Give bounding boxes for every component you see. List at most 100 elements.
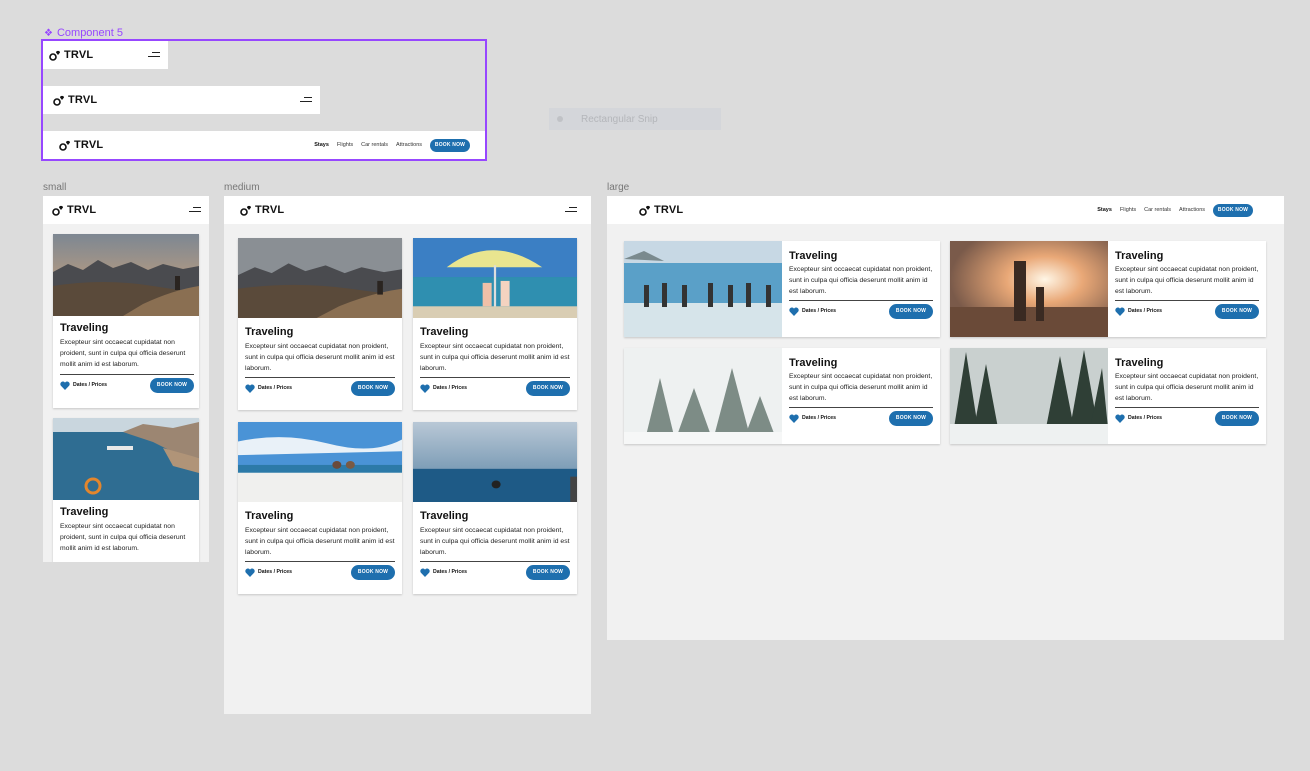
travel-card: Traveling Excepteur sint occaecat cupida… <box>238 422 402 594</box>
map-pin-heart-icon <box>49 50 61 61</box>
card-description: Excepteur sint occaecat cupidatat non pr… <box>789 266 933 295</box>
heart-icon <box>1115 414 1125 423</box>
book-now-button[interactable]: BOOK NOW <box>1215 410 1259 426</box>
map-pin-heart-icon <box>639 205 651 216</box>
nav-links: Stays Flights Car rentals Attractions BO… <box>1097 203 1253 217</box>
brand-logo[interactable]: TRVL <box>53 94 97 106</box>
dates-prices-label: Dates / Prices <box>802 415 837 422</box>
book-now-button[interactable]: BOOK NOW <box>526 564 570 580</box>
sea-cliffs-photo <box>53 418 199 500</box>
card-title: Traveling <box>420 326 469 338</box>
card-title: Traveling <box>1115 250 1164 262</box>
frame-medium: TRVL Traveling Excepteur sint occaecat c… <box>224 196 591 714</box>
rectangular-snip-overlay[interactable]: Rectangular Snip <box>549 108 721 130</box>
site-header: TRVL <box>224 196 591 224</box>
hamburger-menu-icon[interactable] <box>189 207 201 213</box>
brand-logo[interactable]: TRVL <box>49 49 93 61</box>
nav-link-attractions[interactable]: Attractions <box>1179 207 1205 213</box>
brand-logo[interactable]: TRVL <box>52 204 96 216</box>
component-label[interactable]: ❖ Component 5 <box>44 27 123 39</box>
heart-icon <box>245 384 255 393</box>
travel-card: Traveling Excepteur sint occaecat cupida… <box>238 238 402 410</box>
dates-prices-link[interactable]: Dates / Prices <box>420 568 467 577</box>
map-pin-heart-icon <box>53 95 65 106</box>
snip-icon <box>557 116 563 122</box>
card-footer: Dates / Prices BOOK NOW <box>245 376 395 396</box>
frame-label-small[interactable]: small <box>43 182 66 193</box>
dates-prices-link[interactable]: Dates / Prices <box>420 384 467 393</box>
heart-icon <box>420 384 430 393</box>
nav-link-stays[interactable]: Stays <box>314 142 329 148</box>
dates-prices-link[interactable]: Dates / Prices <box>789 414 836 423</box>
nav-link-car-rentals[interactable]: Car rentals <box>361 142 388 148</box>
heart-icon <box>1115 307 1125 316</box>
card-footer: Dates / Prices BOOK NOW <box>420 376 570 396</box>
dates-prices-label: Dates / Prices <box>258 569 293 576</box>
nav-link-flights[interactable]: Flights <box>1120 207 1136 213</box>
book-now-button[interactable]: BOOK NOW <box>351 564 395 580</box>
card-description: Excepteur sint occaecat cupidatat non pr… <box>245 343 395 372</box>
book-now-button[interactable]: BOOK NOW <box>889 303 933 319</box>
brand-name: TRVL <box>255 204 285 216</box>
travel-card: Traveling Excepteur sint occaecat cupida… <box>624 348 940 444</box>
nav-link-attractions[interactable]: Attractions <box>396 142 422 148</box>
map-pin-heart-icon <box>52 205 64 216</box>
dates-prices-link[interactable]: Dates / Prices <box>60 381 107 390</box>
card-footer: Dates / Prices BOOK NOW <box>60 373 194 393</box>
dates-prices-link[interactable]: Dates / Prices <box>245 384 292 393</box>
dates-prices-link[interactable]: Dates / Prices <box>245 568 292 577</box>
brand-logo[interactable]: TRVL <box>240 204 284 216</box>
dates-prices-link[interactable]: Dates / Prices <box>789 307 836 316</box>
card-description: Excepteur sint occaecat cupidatat non pr… <box>789 373 933 402</box>
site-header: TRVL Stays Flights Car rentals Attractio… <box>607 196 1284 224</box>
frame-label-large[interactable]: large <box>607 182 629 193</box>
nav-variant-large[interactable]: TRVL Stays Flights Car rentals Attractio… <box>43 131 485 159</box>
frame-large: TRVL Stays Flights Car rentals Attractio… <box>607 196 1284 640</box>
sunset-beach-photo <box>950 241 1108 337</box>
snowy-trees-photo <box>624 348 782 444</box>
travel-card: Traveling Excepteur sint occaecat cupida… <box>413 238 577 410</box>
dates-prices-label: Dates / Prices <box>1128 415 1163 422</box>
book-now-button[interactable]: BOOK NOW <box>430 138 470 152</box>
book-now-button[interactable]: BOOK NOW <box>150 377 194 393</box>
hamburger-menu-icon[interactable] <box>148 52 160 58</box>
heart-icon <box>60 381 70 390</box>
nav-variant-medium[interactable]: TRVL <box>43 86 320 114</box>
nav-link-car-rentals[interactable]: Car rentals <box>1144 207 1171 213</box>
card-footer: Dates / Prices BOOK NOW <box>420 560 570 580</box>
book-now-button[interactable]: BOOK NOW <box>526 380 570 396</box>
dates-prices-link[interactable]: Dates / Prices <box>1115 307 1162 316</box>
white-beach-photo <box>238 422 402 502</box>
heart-icon <box>789 307 799 316</box>
frame-label-medium[interactable]: medium <box>224 182 260 193</box>
card-title: Traveling <box>789 357 838 369</box>
travel-card: Traveling Excepteur sint occaecat cupida… <box>413 422 577 594</box>
component-name: Component 5 <box>56 27 124 39</box>
brand-logo[interactable]: TRVL <box>639 204 683 216</box>
heart-icon <box>420 568 430 577</box>
card-description: Excepteur sint occaecat cupidatat non pr… <box>1115 266 1259 295</box>
book-now-button[interactable]: BOOK NOW <box>1213 203 1253 217</box>
card-description: Excepteur sint occaecat cupidatat non pr… <box>245 527 395 556</box>
nav-link-stays[interactable]: Stays <box>1097 207 1112 213</box>
card-description: Excepteur sint occaecat cupidatat non pr… <box>60 523 186 552</box>
card-title: Traveling <box>245 510 294 522</box>
book-now-button[interactable]: BOOK NOW <box>889 410 933 426</box>
book-now-button[interactable]: BOOK NOW <box>1215 303 1259 319</box>
nav-variant-small[interactable]: TRVL <box>43 41 168 69</box>
hamburger-menu-icon[interactable] <box>565 207 577 213</box>
dates-prices-link[interactable]: Dates / Prices <box>1115 414 1162 423</box>
dates-prices-label: Dates / Prices <box>433 569 468 576</box>
nav-links: Stays Flights Car rentals Attractions BO… <box>314 138 470 152</box>
nav-link-flights[interactable]: Flights <box>337 142 353 148</box>
frame-small: TRVL Traveling Excepteur sint occaecat c… <box>43 196 209 562</box>
card-description: Excepteur sint occaecat cupidatat non pr… <box>60 339 186 368</box>
card-title: Traveling <box>420 510 469 522</box>
map-pin-heart-icon <box>240 205 252 216</box>
brand-logo[interactable]: TRVL <box>59 139 103 151</box>
hamburger-menu-icon[interactable] <box>300 97 312 103</box>
map-pin-heart-icon <box>59 140 71 151</box>
book-now-button[interactable]: BOOK NOW <box>351 380 395 396</box>
card-footer: Dates / Prices BOOK NOW <box>789 406 933 426</box>
card-title: Traveling <box>1115 357 1164 369</box>
